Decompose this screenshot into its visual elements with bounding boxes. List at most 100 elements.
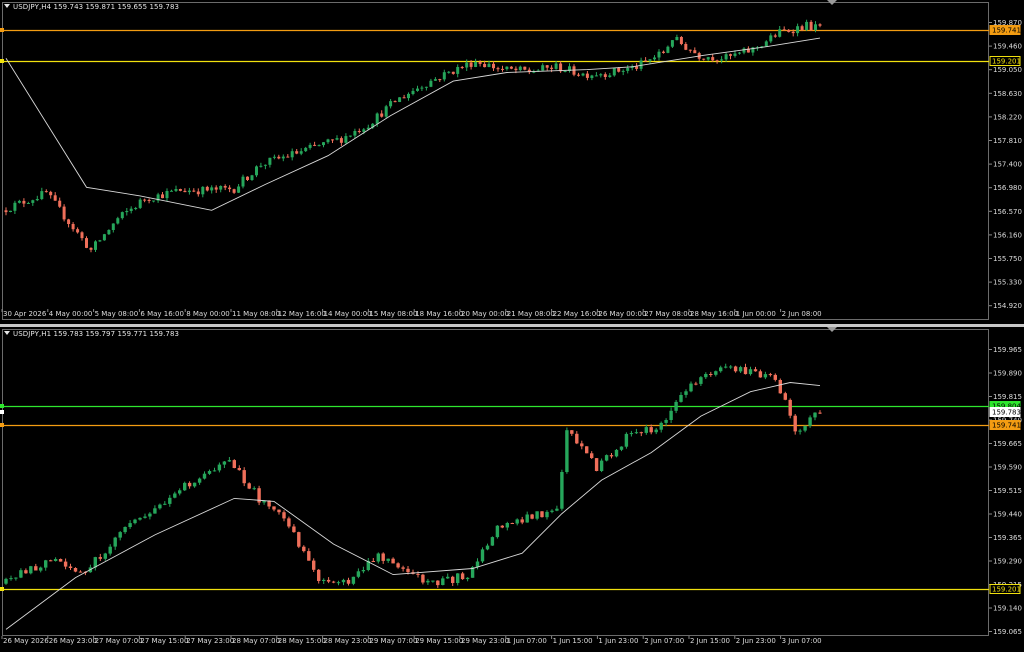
time-axis-label: 8 May 00:00 xyxy=(186,310,230,318)
candle-body xyxy=(63,561,68,567)
candle-body xyxy=(657,51,661,58)
chart-shift-marker-icon[interactable] xyxy=(827,327,837,332)
dropdown-triangle-icon[interactable] xyxy=(4,4,10,8)
candle-body xyxy=(714,371,718,375)
chart-shift-marker-icon[interactable] xyxy=(827,0,837,5)
candle-body xyxy=(125,211,129,213)
candle-body xyxy=(441,578,445,585)
candle-body xyxy=(560,472,564,509)
level-price-label: 159.201 xyxy=(992,58,1021,66)
price-axis-label: 159.515 xyxy=(993,487,1022,495)
candle-body xyxy=(426,580,430,583)
candle-body xyxy=(433,79,437,81)
time-axis-label: 27 May 23:00 xyxy=(186,637,234,645)
candle-body xyxy=(669,410,673,420)
candle-body xyxy=(617,67,621,72)
candle-body xyxy=(371,561,375,562)
candle-body xyxy=(281,156,285,159)
candle-body xyxy=(639,60,643,69)
candle-body xyxy=(648,59,652,61)
price-axis-label: 159.965 xyxy=(993,346,1022,354)
candle-body xyxy=(153,508,157,514)
candle-body xyxy=(729,54,732,56)
price-axis-label: 156.160 xyxy=(993,231,1022,239)
price-axis-label: 158.220 xyxy=(993,113,1022,121)
candle-body xyxy=(202,473,207,479)
level-line-handle[interactable] xyxy=(0,59,4,63)
dropdown-triangle-icon[interactable] xyxy=(4,331,10,335)
price-axis-label: 158.630 xyxy=(993,90,1022,98)
candle-body xyxy=(659,422,663,430)
candle-body xyxy=(336,582,341,584)
time-axis-label: 29 May 15:00 xyxy=(415,637,463,645)
candle-body xyxy=(237,186,241,193)
candle-body xyxy=(608,75,612,77)
time-axis-label: 27 May 15:00 xyxy=(140,637,188,645)
candle-body xyxy=(679,37,683,44)
candle-body xyxy=(339,138,343,143)
candle-body xyxy=(624,433,629,447)
candle-body xyxy=(187,190,191,193)
candle-body xyxy=(331,139,334,141)
candle-body xyxy=(158,504,162,509)
candle-body xyxy=(108,546,112,554)
candle-body xyxy=(429,80,433,87)
candle-body xyxy=(460,573,465,580)
candle-body xyxy=(357,131,361,132)
candle-body xyxy=(297,532,301,547)
candle-body xyxy=(416,88,419,91)
level-line-handle[interactable] xyxy=(0,410,4,414)
time-axis-label: 2 Jun 08:00 xyxy=(782,310,822,318)
h1-chart-pane[interactable]: 159.965159.890159.815159.740159.665159.5… xyxy=(0,327,1024,652)
candle-body xyxy=(550,67,554,69)
candle-body xyxy=(805,21,809,31)
candle-body xyxy=(326,139,330,143)
h4-candlestick-chart[interactable]: 159.870159.460159.050158.630158.220157.8… xyxy=(0,0,1024,324)
candle-body xyxy=(664,420,668,423)
candle-body xyxy=(76,229,80,233)
candle-body xyxy=(465,577,470,580)
candle-body xyxy=(421,574,425,583)
candle-body xyxy=(541,65,545,71)
time-axis-label: 28 May 07:00 xyxy=(232,637,280,645)
candle-body xyxy=(317,145,321,147)
candle-body xyxy=(753,369,758,372)
candle-body xyxy=(116,218,120,224)
level-line-handle[interactable] xyxy=(0,404,4,408)
candle-body xyxy=(474,61,478,67)
level-line-handle[interactable] xyxy=(0,423,4,427)
candle-body xyxy=(662,51,665,53)
time-axis-label: 14 May 00:00 xyxy=(324,310,372,318)
candle-body xyxy=(773,374,777,380)
level-line-handle[interactable] xyxy=(0,28,4,32)
candle-body xyxy=(299,151,303,154)
time-axis-label: 29 May 23:00 xyxy=(461,637,509,645)
candle-body xyxy=(402,97,406,99)
chart-symbol-ohlc: USDJPY,H4 159.743 159.871 159.655 159.78… xyxy=(13,3,180,11)
candle-body xyxy=(599,74,603,76)
candle-body xyxy=(268,157,272,165)
h1-candlestick-chart[interactable]: 159.965159.890159.815159.740159.665159.5… xyxy=(0,327,1024,652)
candle-body xyxy=(693,50,697,54)
candle-body xyxy=(818,412,822,414)
candle-body xyxy=(490,537,495,546)
candle-body xyxy=(89,247,93,250)
candle-body xyxy=(222,461,227,465)
level-line-handle[interactable] xyxy=(0,587,4,591)
chart-header: USDJPY,H1 159.783 159.797 159.771 159.78… xyxy=(4,330,179,338)
candle-body xyxy=(796,26,800,34)
candle-body xyxy=(436,580,440,586)
candle-body xyxy=(515,519,519,524)
candle-body xyxy=(523,66,527,70)
candle-body xyxy=(603,74,607,77)
candle-body xyxy=(545,65,549,68)
h4-chart-pane[interactable]: 159.870 159.460 159.050 158.630 158.220 157.8… xyxy=(0,0,1024,324)
candle-body xyxy=(232,189,236,193)
candle-body xyxy=(286,156,290,158)
candle-body xyxy=(783,393,787,400)
candle-body xyxy=(232,460,236,468)
candle-body xyxy=(118,532,122,538)
candle-body xyxy=(778,380,782,394)
candle-body xyxy=(451,71,455,74)
candle-body xyxy=(748,369,753,375)
